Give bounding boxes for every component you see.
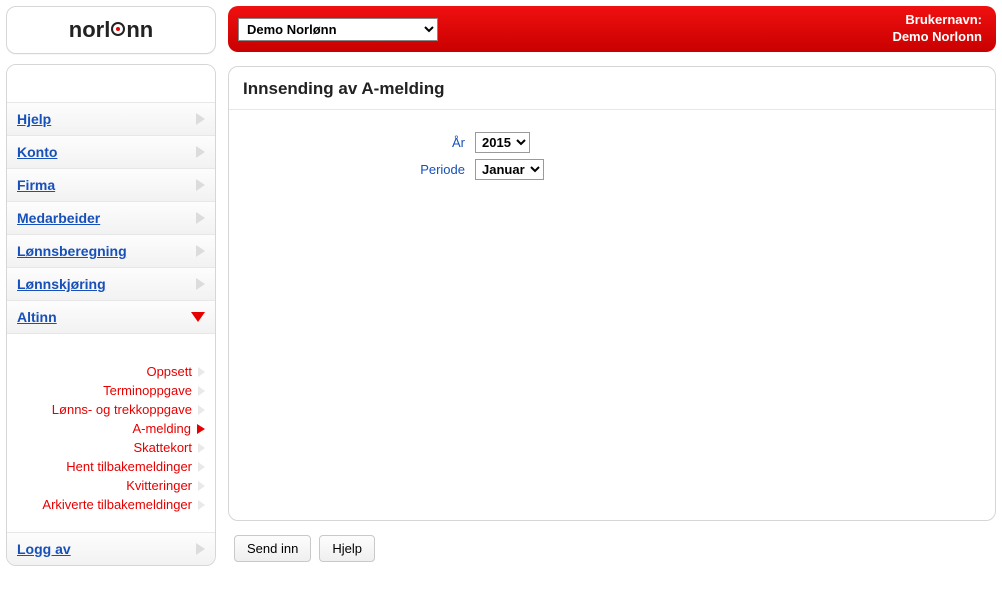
submenu-item-label: Arkiverte tilbakemeldinger — [42, 497, 192, 512]
year-label: År — [243, 135, 465, 150]
chevron-right-icon — [196, 146, 205, 158]
logo-text-after: nn — [126, 17, 153, 43]
chevron-right-icon — [198, 405, 205, 415]
user-name: Demo Norlonn — [892, 29, 982, 46]
sidebar-item-label: Logg av — [17, 541, 71, 557]
submenu-item-label: Oppsett — [146, 364, 192, 379]
bottom-bar: Send inn Hjelp — [228, 535, 996, 562]
logo-o-icon — [111, 22, 125, 36]
logo: norl nn — [6, 6, 216, 54]
user-block: Brukernavn: Demo Norlonn — [892, 12, 982, 46]
page-title: Innsending av A-melding — [243, 79, 981, 99]
send-inn-button[interactable]: Send inn — [234, 535, 311, 562]
chevron-down-icon — [191, 312, 205, 322]
submenu-item-label: A-melding — [132, 421, 191, 436]
chevron-right-icon — [196, 212, 205, 224]
submenu-item-skattekort[interactable]: Skattekort — [17, 438, 205, 457]
chevron-right-icon — [198, 386, 205, 396]
chevron-right-icon — [198, 481, 205, 491]
submenu-item-kvitteringer[interactable]: Kvitteringer — [17, 476, 205, 495]
form-row-year: År 2015 — [243, 132, 981, 153]
sidebar-item-label: Konto — [17, 144, 57, 160]
sidebar-item-medarbeider[interactable]: Medarbeider — [7, 202, 215, 235]
panel-header: Innsending av A-melding — [229, 67, 995, 110]
chevron-right-icon — [196, 113, 205, 125]
sidebar-item-altinn[interactable]: Altinn — [7, 301, 215, 334]
submenu-item-label: Hent tilbakemeldinger — [66, 459, 192, 474]
submenu-item-a-melding[interactable]: A-melding — [17, 419, 205, 438]
submenu-item-label: Kvitteringer — [126, 478, 192, 493]
sidebar: Hjelp Konto Firma Medarbeider Lønnsbereg… — [6, 64, 216, 566]
submenu-item-terminoppgave[interactable]: Terminoppgave — [17, 381, 205, 400]
user-label: Brukernavn: — [892, 12, 982, 29]
logo-text: norl nn — [69, 17, 153, 43]
sidebar-item-firma[interactable]: Firma — [7, 169, 215, 202]
period-select[interactable]: Januar — [475, 159, 544, 180]
chevron-right-icon — [197, 424, 205, 434]
year-select[interactable]: 2015 — [475, 132, 530, 153]
chevron-right-icon — [196, 543, 205, 555]
logo-text-before: norl — [69, 17, 111, 43]
chevron-right-icon — [198, 443, 205, 453]
chevron-right-icon — [196, 245, 205, 257]
submenu-item-lonns-og-trekkoppgave[interactable]: Lønns- og trekkoppgave — [17, 400, 205, 419]
submenu-item-label: Lønns- og trekkoppgave — [52, 402, 192, 417]
submenu-item-label: Skattekort — [133, 440, 192, 455]
submenu-item-hent-tilbakemeldinger[interactable]: Hent tilbakemeldinger — [17, 457, 205, 476]
submenu-item-arkiverte-tilbakemeldinger[interactable]: Arkiverte tilbakemeldinger — [17, 495, 205, 514]
submenu-item-oppsett[interactable]: Oppsett — [17, 362, 205, 381]
sidebar-item-label: Lønnskjøring — [17, 276, 106, 292]
sidebar-item-konto[interactable]: Konto — [7, 136, 215, 169]
period-label: Periode — [243, 162, 465, 177]
sidebar-item-hjelp[interactable]: Hjelp — [7, 103, 215, 136]
chevron-right-icon — [198, 462, 205, 472]
sidebar-item-label: Altinn — [17, 309, 57, 325]
submenu-item-label: Terminoppgave — [103, 383, 192, 398]
sidebar-item-lonnsberegning[interactable]: Lønnsberegning — [7, 235, 215, 268]
sidebar-item-label: Firma — [17, 177, 55, 193]
chevron-right-icon — [196, 278, 205, 290]
chevron-right-icon — [196, 179, 205, 191]
hjelp-button[interactable]: Hjelp — [319, 535, 375, 562]
sidebar-item-label: Lønnsberegning — [17, 243, 127, 259]
sidebar-item-lonnskjoring[interactable]: Lønnskjøring — [7, 268, 215, 301]
panel-body: År 2015 Periode Januar — [229, 110, 995, 520]
chevron-right-icon — [198, 367, 205, 377]
main-panel: Innsending av A-melding År 2015 Periode … — [228, 66, 996, 521]
form-row-period: Periode Januar — [243, 159, 981, 180]
sidebar-item-label: Hjelp — [17, 111, 51, 127]
sidebar-spacer — [7, 65, 215, 103]
sidebar-item-label: Medarbeider — [17, 210, 100, 226]
company-selector[interactable]: Demo Norlønn — [238, 18, 438, 41]
chevron-right-icon — [198, 500, 205, 510]
submenu-altinn: Oppsett Terminoppgave Lønns- og trekkopp… — [7, 334, 215, 533]
sidebar-item-logg-av[interactable]: Logg av — [7, 533, 215, 565]
topbar: Demo Norlønn Brukernavn: Demo Norlonn — [228, 6, 996, 52]
